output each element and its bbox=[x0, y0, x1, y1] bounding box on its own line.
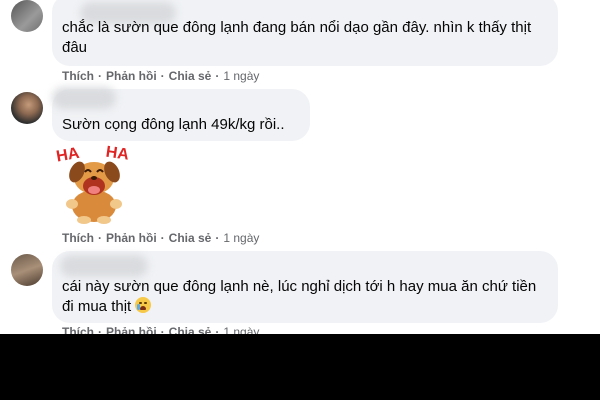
commenter-name-blurred bbox=[60, 255, 148, 277]
avatar[interactable] bbox=[11, 254, 43, 286]
black-overlay-bar bbox=[0, 334, 600, 400]
comment-3: cái này sườn que đông lạnh nè, lúc nghỉ … bbox=[0, 0, 600, 340]
crying-face-icon bbox=[135, 297, 152, 313]
comment-text: cái này sườn que đông lạnh nè, lúc nghỉ … bbox=[62, 278, 537, 315]
comment-bubble: cái này sườn que đông lạnh nè, lúc nghỉ … bbox=[52, 251, 558, 323]
